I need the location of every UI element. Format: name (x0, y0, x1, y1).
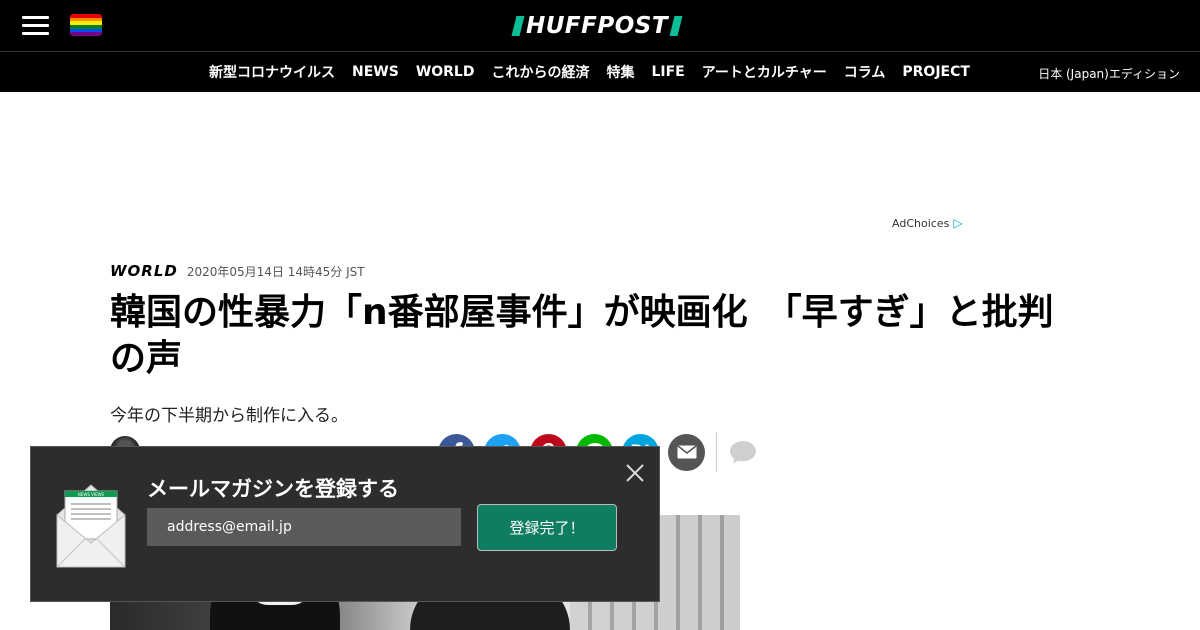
subscribe-button[interactable]: 登録完了！ (477, 504, 617, 551)
nav-items: 新型コロナウイルス NEWS WORLD これからの経済 特集 LIFE アート… (209, 52, 970, 92)
article-meta: WORLD 2020年05月14日 14時45分 JST (110, 262, 365, 280)
nav-item-life[interactable]: LIFE (651, 64, 684, 80)
top-bar: HUFFPOST (0, 0, 1200, 52)
newsletter-title: メールマガジンを登録する (147, 477, 399, 501)
logo-text: HUFFPOST (526, 13, 669, 39)
article-subtitle: 今年の下半期から制作に入る。 (110, 406, 348, 426)
nav-item-culture[interactable]: アートとカルチャー (702, 62, 827, 82)
comment-bubble-icon[interactable] (728, 439, 758, 465)
adchoices-label: AdChoices (892, 216, 950, 230)
nav-item-column[interactable]: コラム (844, 62, 886, 82)
nav-item-news[interactable]: NEWS (352, 64, 399, 80)
hamburger-menu-icon[interactable] (22, 16, 49, 36)
nav-item-features[interactable]: 特集 (606, 62, 634, 82)
adchoices-icon: ▷ (953, 216, 963, 230)
nav-item-economy[interactable]: これからの経済 (491, 62, 589, 82)
edition-selector[interactable]: 日本 (Japan)エディション (1038, 65, 1180, 82)
article-date: 2020年05月14日 14時45分 JST (186, 265, 365, 279)
section-label[interactable]: WORLD (110, 262, 178, 280)
envelope-label: NEWS VIEWS (78, 492, 105, 497)
nav-bar: 新型コロナウイルス NEWS WORLD これからの経済 特集 LIFE アート… (0, 52, 1200, 92)
envelope-icon: NEWS VIEWS (56, 484, 126, 568)
newsletter-popup: NEWS VIEWS メールマガジンを登録する 登録完了！ (30, 446, 660, 602)
email-icon[interactable] (668, 433, 705, 471)
logo-bar-right (669, 16, 683, 36)
nav-item-project[interactable]: PROJECT (902, 64, 970, 80)
rainbow-flag-icon[interactable] (70, 14, 102, 36)
huffpost-logo[interactable]: HUFFPOST (511, 12, 683, 40)
logo-bar-left (511, 16, 525, 36)
email-field[interactable] (147, 508, 461, 546)
share-divider (716, 432, 717, 472)
adchoices-link[interactable]: AdChoices ▷ (892, 216, 963, 230)
nav-item-covid[interactable]: 新型コロナウイルス (209, 62, 335, 82)
article-headline: 韓国の性暴力「n番部屋事件」が映画化 「早すぎ」と批判の声 (110, 292, 1054, 379)
nav-item-world[interactable]: WORLD (416, 64, 475, 80)
close-icon[interactable] (625, 463, 645, 483)
